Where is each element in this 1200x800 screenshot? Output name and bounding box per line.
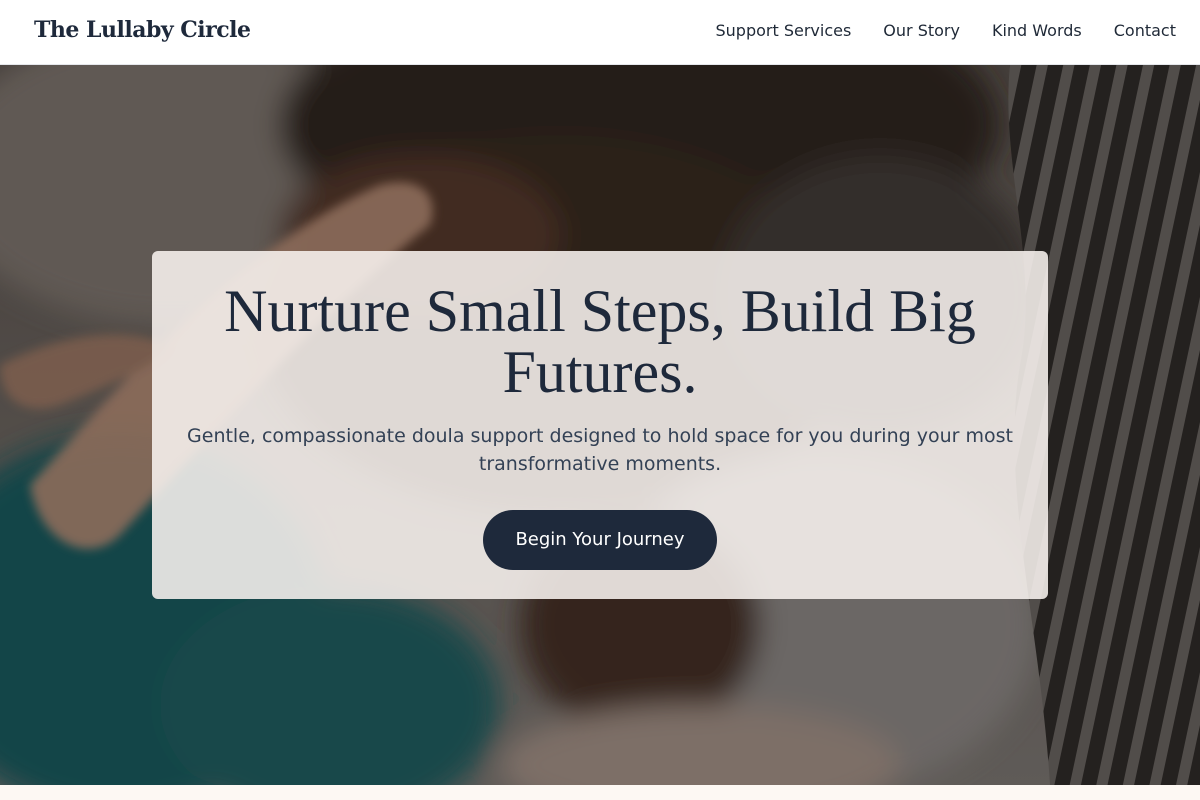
main-nav: Support Services Our Story Kind Words Co…	[715, 21, 1176, 40]
nav-link-support-services[interactable]: Support Services	[715, 21, 851, 40]
hero-section: Nurture Small Steps, Build Big Futures. …	[0, 65, 1200, 785]
begin-journey-button[interactable]: Begin Your Journey	[483, 510, 717, 570]
next-section-edge	[0, 785, 1200, 800]
nav-link-contact[interactable]: Contact	[1114, 21, 1176, 40]
hero-subtitle: Gentle, compassionate doula support desi…	[187, 425, 1013, 475]
hero-title: Nurture Small Steps, Build Big Futures.	[224, 278, 976, 405]
brand-logo[interactable]: The Lullaby Circle	[34, 17, 251, 43]
nav-link-our-story[interactable]: Our Story	[883, 21, 960, 40]
nav-link-kind-words[interactable]: Kind Words	[992, 21, 1082, 40]
hero-card: Nurture Small Steps, Build Big Futures. …	[152, 251, 1048, 599]
site-header: The Lullaby Circle Support Services Our …	[0, 0, 1200, 65]
